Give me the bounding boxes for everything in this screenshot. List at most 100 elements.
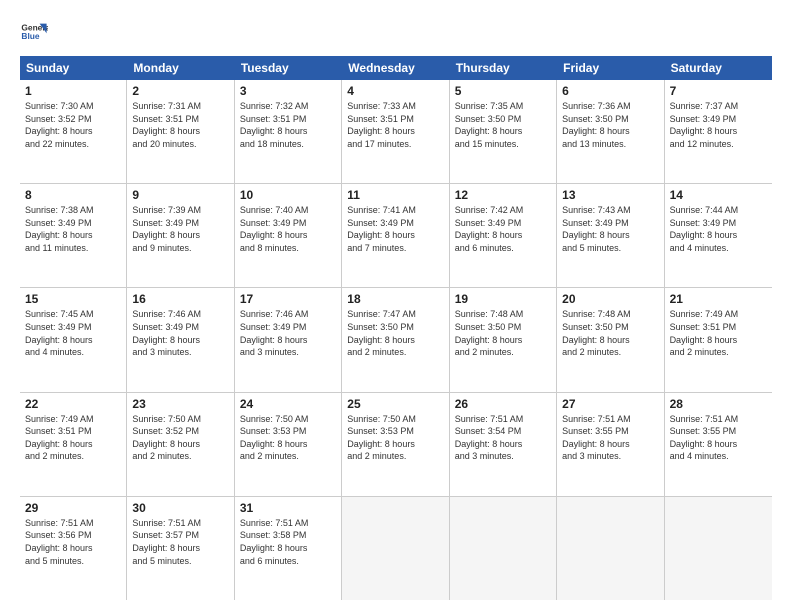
day-number: 5 [455,84,551,98]
cell-info: Sunrise: 7:43 AMSunset: 3:49 PMDaylight:… [562,204,658,254]
calendar-cell: 7Sunrise: 7:37 AMSunset: 3:49 PMDaylight… [665,80,772,183]
day-number: 7 [670,84,767,98]
day-number: 22 [25,397,121,411]
cell-info: Sunrise: 7:51 AMSunset: 3:58 PMDaylight:… [240,517,336,567]
calendar-header: SundayMondayTuesdayWednesdayThursdayFrid… [20,56,772,80]
calendar-cell: 31 Sunrise: 7:51 AMSunset: 3:58 PMDayligh… [235,497,342,600]
cell-info: Sunrise: 7:36 AMSunset: 3:50 PMDaylight:… [562,100,658,150]
calendar-cell: 9 Sunrise: 7:39 AMSunset: 3:49 PMDaylight… [127,184,234,287]
calendar-cell: 14 Sunrise: 7:44 AMSunset: 3:49 PMDayligh… [665,184,772,287]
calendar-cell: 17 Sunrise: 7:46 AMSunset: 3:49 PMDayligh… [235,288,342,391]
weekday-header: Friday [557,56,664,80]
calendar-row: 29Sunrise: 7:51 AMSunset: 3:56 PMDayligh… [20,497,772,600]
cell-info: Sunrise: 7:51 AMSunset: 3:57 PMDaylight:… [132,517,228,567]
calendar-cell [665,497,772,600]
day-number: 11 [347,188,443,202]
day-number: 13 [562,188,658,202]
calendar-cell: 29Sunrise: 7:51 AMSunset: 3:56 PMDayligh… [20,497,127,600]
calendar-cell: 20Sunrise: 7:48 AMSunset: 3:50 PMDayligh… [557,288,664,391]
cell-info: Sunrise: 7:51 AMSunset: 3:56 PMDaylight:… [25,517,121,567]
day-number: 28 [670,397,767,411]
cell-info: Sunrise: 7:39 AMSunset: 3:49 PMDaylight:… [132,204,228,254]
cell-info: Sunrise: 7:49 AMSunset: 3:51 PMDaylight:… [25,413,121,463]
day-number: 27 [562,397,658,411]
calendar-cell: 6 Sunrise: 7:36 AMSunset: 3:50 PMDaylight… [557,80,664,183]
day-number: 9 [132,188,228,202]
cell-info: Sunrise: 7:45 AMSunset: 3:49 PMDaylight:… [25,308,121,358]
day-number: 21 [670,292,767,306]
day-number: 19 [455,292,551,306]
calendar-cell: 21 Sunrise: 7:49 AMSunset: 3:51 PMDayligh… [665,288,772,391]
weekday-header: Tuesday [235,56,342,80]
calendar-cell: 13 Sunrise: 7:43 AMSunset: 3:49 PMDayligh… [557,184,664,287]
cell-info: Sunrise: 7:38 AMSunset: 3:49 PMDaylight:… [25,204,121,254]
cell-info: Sunrise: 7:31 AMSunset: 3:51 PMDaylight:… [132,100,228,150]
cell-info: Sunrise: 7:44 AMSunset: 3:49 PMDaylight:… [670,204,767,254]
logo-icon: General Blue [20,18,48,46]
cell-info: Sunrise: 7:46 AMSunset: 3:49 PMDaylight:… [132,308,228,358]
calendar-cell: 11 Sunrise: 7:41 AMSunset: 3:49 PMDayligh… [342,184,449,287]
cell-info: Sunrise: 7:51 AMSunset: 3:55 PMDaylight:… [670,413,767,463]
day-number: 8 [25,188,121,202]
cell-info: Sunrise: 7:35 AMSunset: 3:50 PMDaylight:… [455,100,551,150]
cell-info: Sunrise: 7:30 AMSunset: 3:52 PMDaylight:… [25,100,121,150]
day-number: 30 [132,501,228,515]
calendar-cell: 26 Sunrise: 7:51 AMSunset: 3:54 PMDayligh… [450,393,557,496]
day-number: 14 [670,188,767,202]
cell-info: Sunrise: 7:32 AMSunset: 3:51 PMDaylight:… [240,100,336,150]
day-number: 4 [347,84,443,98]
calendar-cell: 27 Sunrise: 7:51 AMSunset: 3:55 PMDayligh… [557,393,664,496]
calendar-cell: 18 Sunrise: 7:47 AMSunset: 3:50 PMDayligh… [342,288,449,391]
calendar-cell: 15 Sunrise: 7:45 AMSunset: 3:49 PMDayligh… [20,288,127,391]
page: General Blue SundayMondayTuesdayWednesda… [0,0,792,612]
cell-info: Sunrise: 7:40 AMSunset: 3:49 PMDaylight:… [240,204,336,254]
header: General Blue [20,18,772,46]
calendar-cell: 2 Sunrise: 7:31 AMSunset: 3:51 PMDaylight… [127,80,234,183]
day-number: 2 [132,84,228,98]
day-number: 17 [240,292,336,306]
calendar-cell: 4 Sunrise: 7:33 AMSunset: 3:51 PMDaylight… [342,80,449,183]
cell-info: Sunrise: 7:51 AMSunset: 3:55 PMDaylight:… [562,413,658,463]
day-number: 26 [455,397,551,411]
calendar-row: 15 Sunrise: 7:45 AMSunset: 3:49 PMDayligh… [20,288,772,392]
day-number: 15 [25,292,121,306]
day-number: 31 [240,501,336,515]
calendar-cell: 30 Sunrise: 7:51 AMSunset: 3:57 PMDayligh… [127,497,234,600]
weekday-header: Thursday [450,56,557,80]
day-number: 12 [455,188,551,202]
calendar: SundayMondayTuesdayWednesdayThursdayFrid… [20,56,772,600]
cell-info: Sunrise: 7:41 AMSunset: 3:49 PMDaylight:… [347,204,443,254]
svg-text:Blue: Blue [21,31,39,41]
cell-info: Sunrise: 7:33 AMSunset: 3:51 PMDaylight:… [347,100,443,150]
calendar-cell: 8 Sunrise: 7:38 AMSunset: 3:49 PMDaylight… [20,184,127,287]
calendar-body: 1 Sunrise: 7:30 AMSunset: 3:52 PMDaylight… [20,80,772,600]
cell-info: Sunrise: 7:50 AMSunset: 3:52 PMDaylight:… [132,413,228,463]
cell-info: Sunrise: 7:47 AMSunset: 3:50 PMDaylight:… [347,308,443,358]
day-number: 6 [562,84,658,98]
cell-info: Sunrise: 7:42 AMSunset: 3:49 PMDaylight:… [455,204,551,254]
weekday-header: Wednesday [342,56,449,80]
calendar-cell: 1 Sunrise: 7:30 AMSunset: 3:52 PMDaylight… [20,80,127,183]
weekday-header: Sunday [20,56,127,80]
calendar-row: 8 Sunrise: 7:38 AMSunset: 3:49 PMDaylight… [20,184,772,288]
cell-info: Sunrise: 7:49 AMSunset: 3:51 PMDaylight:… [670,308,767,358]
cell-info: Sunrise: 7:48 AMSunset: 3:50 PMDaylight:… [455,308,551,358]
weekday-header: Monday [127,56,234,80]
day-number: 18 [347,292,443,306]
calendar-cell: 12 Sunrise: 7:42 AMSunset: 3:49 PMDayligh… [450,184,557,287]
weekday-header: Saturday [665,56,772,80]
calendar-cell: 5 Sunrise: 7:35 AMSunset: 3:50 PMDaylight… [450,80,557,183]
day-number: 3 [240,84,336,98]
calendar-cell: 3 Sunrise: 7:32 AMSunset: 3:51 PMDaylight… [235,80,342,183]
calendar-cell: 28 Sunrise: 7:51 AMSunset: 3:55 PMDayligh… [665,393,772,496]
day-number: 1 [25,84,121,98]
day-number: 20 [562,292,658,306]
calendar-cell [557,497,664,600]
calendar-cell: 24Sunrise: 7:50 AMSunset: 3:53 PMDayligh… [235,393,342,496]
calendar-row: 22 Sunrise: 7:49 AMSunset: 3:51 PMDayligh… [20,393,772,497]
calendar-cell: 19 Sunrise: 7:48 AMSunset: 3:50 PMDayligh… [450,288,557,391]
cell-info: Sunrise: 7:50 AMSunset: 3:53 PMDaylight:… [347,413,443,463]
cell-info: Sunrise: 7:51 AMSunset: 3:54 PMDaylight:… [455,413,551,463]
cell-info: Sunrise: 7:46 AMSunset: 3:49 PMDaylight:… [240,308,336,358]
calendar-cell: 22 Sunrise: 7:49 AMSunset: 3:51 PMDayligh… [20,393,127,496]
